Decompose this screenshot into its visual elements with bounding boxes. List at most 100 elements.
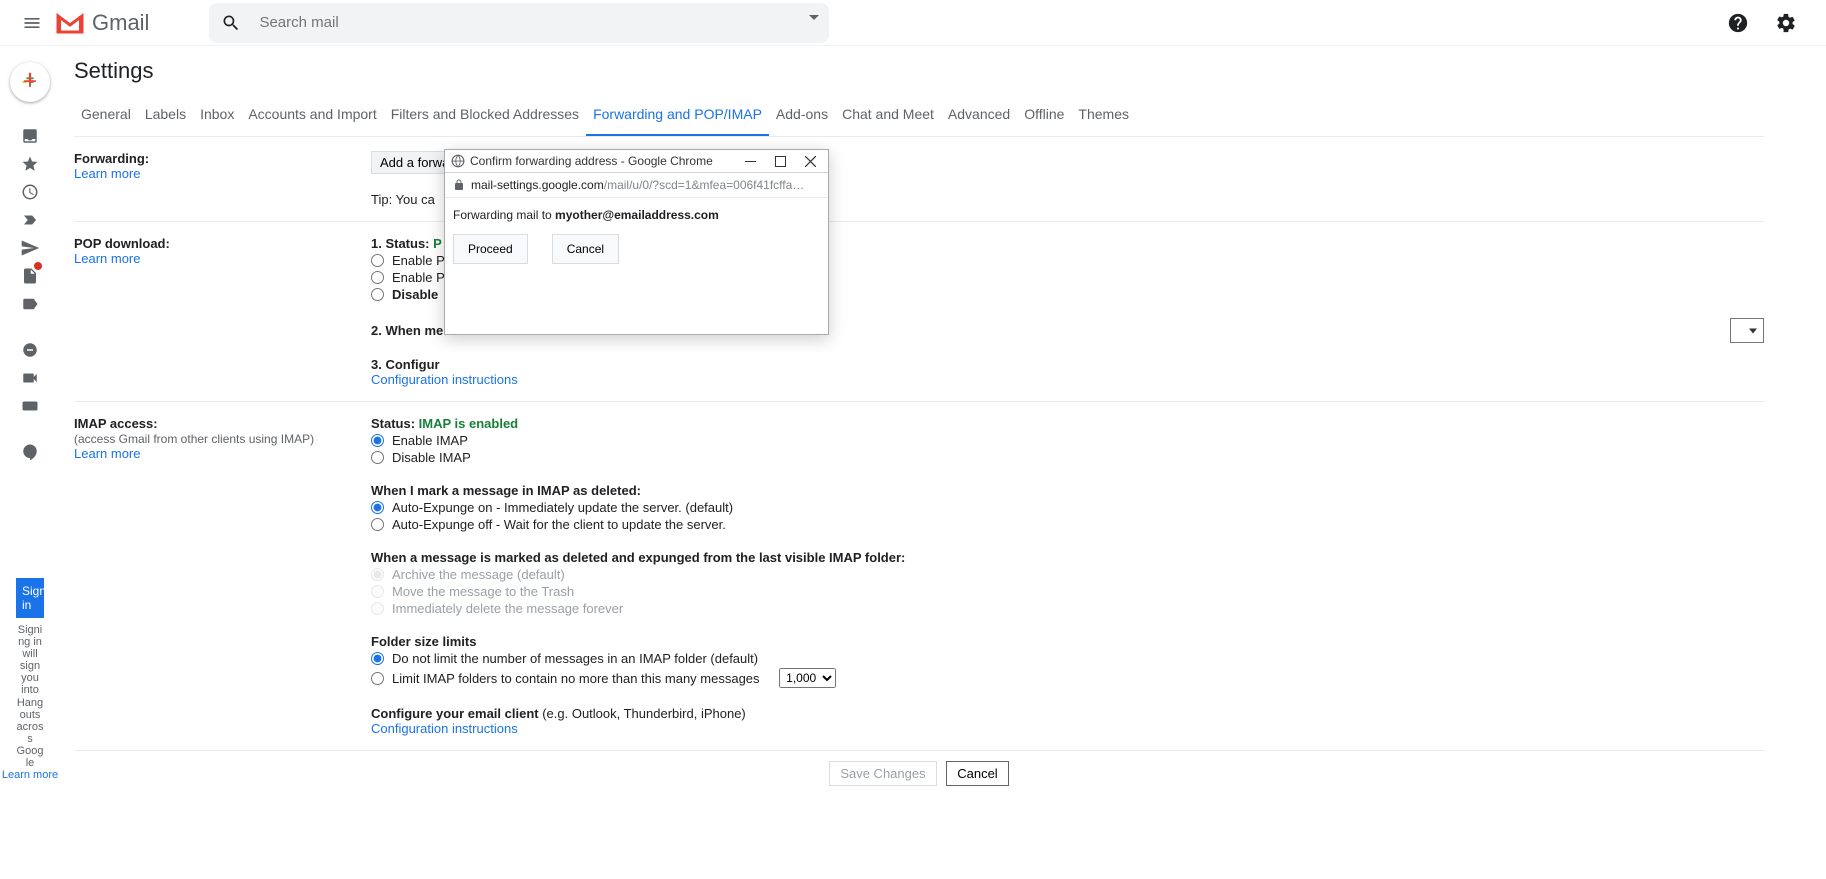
cancel-button[interactable]: Cancel [946, 761, 1008, 786]
categories-icon[interactable] [10, 290, 50, 318]
imap-conf-suffix: (e.g. Outlook, Thunderbird, iPhone) [542, 706, 746, 721]
tab-inbox[interactable]: Inbox [193, 96, 241, 136]
tab-add-ons[interactable]: Add-ons [769, 96, 835, 136]
popup-body: Forwarding mail to myother@emailaddress.… [445, 198, 828, 274]
tab-filters-and-blocked-addresses[interactable]: Filters and Blocked Addresses [384, 96, 586, 136]
popup-cancel-button[interactable]: Cancel [552, 234, 619, 264]
support-icon[interactable] [1718, 3, 1758, 43]
delforever-label: Immediately delete the message forever [392, 601, 623, 616]
close-icon[interactable] [804, 155, 816, 167]
expunge-on-radio[interactable] [371, 501, 384, 514]
settings-content: Settings GeneralLabelsInboxAccounts and … [60, 46, 1772, 879]
search-icon[interactable] [219, 11, 243, 35]
imap-config-link[interactable]: Configuration instructions [371, 721, 518, 736]
gmail-logo-icon [56, 12, 84, 34]
gmail-logo[interactable]: Gmail [56, 10, 149, 36]
forwarding-learn-link[interactable]: Learn more [74, 166, 140, 181]
minimize-icon[interactable] [744, 155, 756, 167]
imap-disable-label: Disable IMAP [392, 450, 471, 465]
pop-enable-new-radio[interactable] [371, 271, 384, 284]
limit-select[interactable]: 1,000 [779, 668, 836, 688]
imap-deleted-title: When I mark a message in IMAP as deleted… [371, 483, 1764, 498]
tab-offline[interactable]: Offline [1017, 96, 1071, 136]
nolimit-label: Do not limit the number of messages in a… [392, 651, 758, 666]
imap-label-col: IMAP access: (access Gmail from other cl… [74, 416, 371, 736]
tab-advanced[interactable]: Advanced [941, 96, 1017, 136]
footer-buttons: Save Changes Cancel [74, 750, 1764, 796]
tab-chat-and-meet[interactable]: Chat and Meet [835, 96, 941, 136]
tab-labels[interactable]: Labels [138, 96, 193, 136]
pop-status-value: P [433, 236, 442, 251]
sent-icon[interactable] [10, 234, 50, 262]
search-input[interactable] [209, 3, 829, 43]
drafts-icon[interactable] [10, 262, 50, 290]
forwarding-label: Forwarding: Learn more [74, 151, 371, 207]
limit-radio[interactable] [371, 672, 384, 685]
forwarding-section: Forwarding: Learn more Add a forwarding … [74, 137, 1764, 222]
popup-url-bar: mail-settings.google.com/mail/u/0/?scd=1… [445, 173, 828, 198]
imap-enable-radio[interactable] [371, 434, 384, 447]
settings-tabs: GeneralLabelsInboxAccounts and ImportFil… [74, 96, 1764, 137]
snoozed-icon[interactable] [10, 178, 50, 206]
pop-enable-all-radio[interactable] [371, 254, 384, 267]
folder-title: Folder size limits [371, 634, 1764, 649]
popup-body-prefix: Forwarding mail to [453, 208, 555, 222]
pop-status-prefix: 1. Status: [371, 236, 433, 251]
nolimit-radio[interactable] [371, 652, 384, 665]
tab-forwarding-and-pop-imap[interactable]: Forwarding and POP/IMAP [586, 96, 769, 136]
logo-text: Gmail [92, 10, 149, 36]
pop-when-label: 2. When me [371, 323, 443, 338]
signin-button[interactable]: Sign in [16, 578, 44, 618]
pop-config-link[interactable]: Configuration instructions [371, 372, 518, 387]
signin-learn-more-link[interactable]: Learn more [2, 769, 58, 781]
popup-body-email: myother@emailaddress.com [555, 208, 719, 222]
side-panel [1772, 46, 1826, 879]
pop-section: POP download: Learn more 1. Status: P En… [74, 222, 1764, 402]
imap-enable-label: Enable IMAP [392, 433, 468, 448]
video-icon[interactable] [10, 364, 50, 392]
keyboard-icon[interactable] [10, 392, 50, 420]
pop-learn-link[interactable]: Learn more [74, 251, 140, 266]
page-title: Settings [74, 58, 1764, 84]
globe-icon [451, 154, 465, 168]
archive-radio [371, 568, 384, 581]
forwarding-tip: Tip: You ca [371, 192, 435, 207]
expunge-off-radio[interactable] [371, 518, 384, 531]
trash-label: Move the message to the Trash [392, 584, 574, 599]
pop-disable-radio[interactable] [371, 288, 384, 301]
starred-icon[interactable] [10, 150, 50, 178]
confirm-forwarding-popup: Confirm forwarding address - Google Chro… [444, 149, 829, 335]
forwarding-label-text: Forwarding: [74, 151, 149, 166]
maximize-icon[interactable] [774, 155, 786, 167]
archive-label: Archive the message (default) [392, 567, 565, 582]
popup-title: Confirm forwarding address - Google Chro… [470, 154, 739, 168]
main-menu-button[interactable] [8, 0, 56, 47]
lock-icon [453, 179, 465, 191]
inbox-icon[interactable] [10, 122, 50, 150]
tab-themes[interactable]: Themes [1071, 96, 1136, 136]
settings-gear-icon[interactable] [1766, 3, 1806, 43]
imap-status-prefix: Status: [371, 416, 419, 431]
left-rail: + Sign in Signing in will sign you into … [0, 46, 60, 879]
pop-action-select[interactable] [1730, 318, 1764, 343]
important-icon[interactable] [10, 206, 50, 234]
imap-learn-link[interactable]: Learn more [74, 446, 140, 461]
notification-dot [34, 262, 42, 270]
pop-label-text: POP download: [74, 236, 170, 251]
popup-titlebar: Confirm forwarding address - Google Chro… [445, 150, 828, 173]
imap-disable-radio[interactable] [371, 451, 384, 464]
search-options-dropdown-icon[interactable] [809, 15, 819, 20]
pop-opt2-label: Enable P [392, 270, 445, 285]
pop-label: POP download: Learn more [74, 236, 371, 387]
search-container [209, 3, 829, 43]
trash-radio [371, 585, 384, 598]
pop-conf-prefix: 3. Configur [371, 357, 440, 372]
tab-accounts-and-import[interactable]: Accounts and Import [241, 96, 383, 136]
tab-general[interactable]: General [74, 96, 138, 136]
proceed-button[interactable]: Proceed [453, 234, 528, 264]
save-changes-button: Save Changes [829, 761, 936, 786]
hangouts-icon[interactable] [10, 438, 50, 466]
imap-section: IMAP access: (access Gmail from other cl… [74, 402, 1764, 750]
compose-button[interactable]: + [10, 62, 50, 102]
chat-icon[interactable] [10, 336, 50, 364]
